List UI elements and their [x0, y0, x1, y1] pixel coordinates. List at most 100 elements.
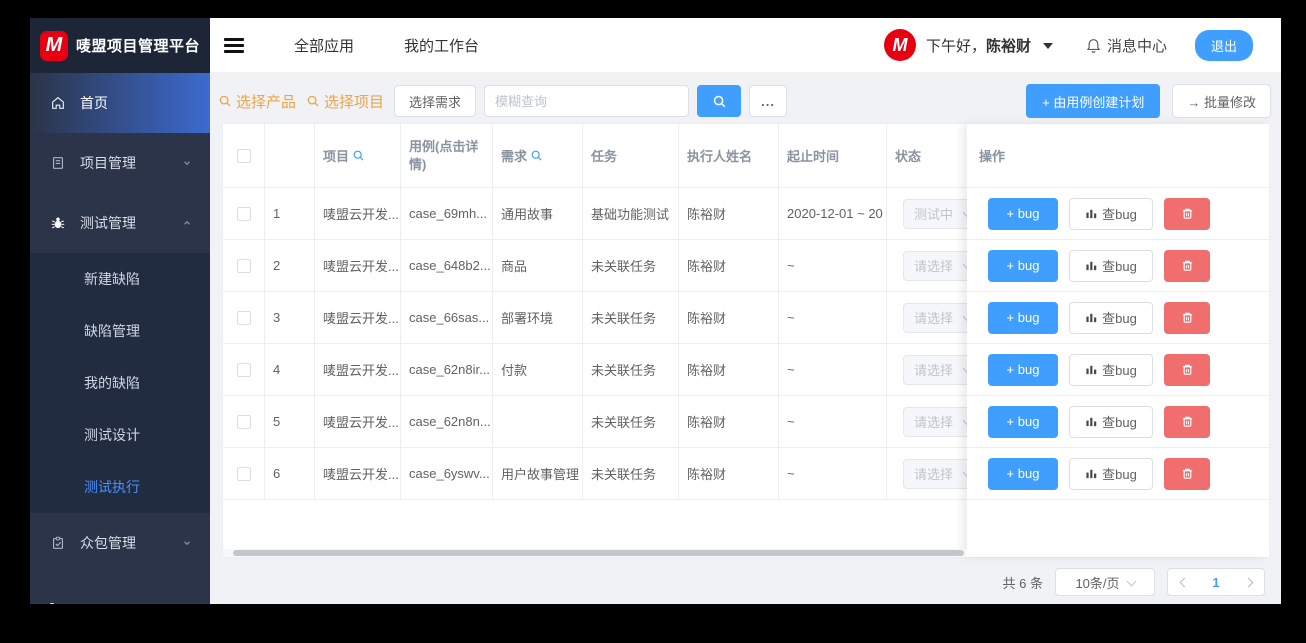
create-plan-from-case-button[interactable]: + 由用例创建计划 [1026, 84, 1161, 118]
sidebar-item-crowd-mgmt[interactable]: 众包管理 [30, 513, 210, 573]
select-project-link[interactable]: 选择项目 [306, 91, 384, 112]
page-size-select[interactable]: 10条/页 [1055, 568, 1155, 596]
sidebar-item-my-defects[interactable]: 我的缺陷 [30, 357, 210, 409]
row-checkbox[interactable] [236, 206, 251, 221]
view-bug-button[interactable]: 查bug [1069, 249, 1153, 282]
hamburger-menu-icon[interactable] [224, 35, 244, 56]
delete-button[interactable] [1164, 249, 1210, 282]
row-case-link[interactable]: case_69mh... [401, 188, 493, 239]
row-project: 唛盟云开发... [315, 292, 401, 343]
delete-button[interactable] [1164, 301, 1210, 334]
horizontal-scrollbar [223, 549, 967, 557]
add-bug-button[interactable]: + bug [988, 301, 1058, 334]
add-bug-button[interactable]: + bug [988, 249, 1058, 282]
app-title: 唛盟项目管理平台 [75, 38, 200, 55]
row-case-link[interactable]: case_6yswv... [401, 448, 493, 499]
user-avatar[interactable]: M [883, 29, 916, 61]
horizontal-scrollbar-thumb[interactable] [233, 550, 964, 556]
project-header-label: 项目 [323, 149, 350, 164]
bell-icon [1086, 38, 1101, 53]
row-requirement: 付款 [493, 344, 583, 395]
message-center-link[interactable]: 消息中心 [1085, 35, 1167, 56]
more-options-button[interactable]: ... [749, 85, 788, 117]
tab-all-apps[interactable]: 全部应用 [294, 35, 354, 56]
delete-button[interactable] [1164, 405, 1210, 438]
page-navigator: 1 [1167, 568, 1265, 596]
row-case-link[interactable]: case_62n8ir... [401, 344, 493, 395]
case-header: 用例(点击详情) [401, 124, 493, 187]
user-caret-icon[interactable] [1042, 43, 1053, 49]
username: 陈裕财 [985, 37, 1031, 55]
sidebar-item-partial[interactable] [30, 589, 210, 604]
delete-button[interactable] [1164, 353, 1210, 386]
row-case-link[interactable]: case_66sas... [401, 292, 493, 343]
test-execution-table: 项目 用例(点击详情) 需求 任务 执行人姓名 起止时间 状态 1 唛盟云开发.… [222, 123, 1269, 558]
sidebar-item-project-mgmt[interactable]: 项目管理 [30, 133, 210, 193]
batch-edit-button[interactable]: → 批量修改 [1172, 84, 1271, 118]
row-checkbox[interactable] [236, 414, 251, 429]
row-checkbox[interactable] [236, 466, 251, 481]
row-project: 唛盟云开发... [315, 396, 401, 447]
add-bug-button[interactable]: + bug [988, 197, 1058, 230]
sidebar-item-defect-mgmt[interactable]: 缺陷管理 [30, 305, 210, 357]
row-task: 基础功能测试 [583, 188, 679, 239]
status-value: 请选择 [914, 311, 954, 326]
sidebar-item-new-defect[interactable]: 新建缺陷 [30, 253, 210, 305]
view-bug-button[interactable]: 查bug [1069, 353, 1153, 386]
row-task: 未关联任务 [583, 292, 679, 343]
view-bug-button[interactable]: 查bug [1069, 405, 1153, 438]
select-requirement-button[interactable]: 选择需求 [394, 85, 477, 117]
search-icon [307, 95, 319, 107]
menu-icon [50, 603, 54, 604]
search-button[interactable] [697, 85, 742, 117]
row-index: 6 [265, 448, 315, 499]
status-value: 请选择 [914, 467, 954, 482]
next-page-button[interactable] [1232, 569, 1264, 595]
prev-page-button[interactable] [1168, 569, 1200, 595]
trash-icon [1182, 468, 1192, 479]
search-icon[interactable] [352, 149, 365, 162]
row-case-link[interactable]: case_62n8n... [401, 396, 493, 447]
row-executor: 陈裕财 [679, 448, 779, 499]
add-bug-button[interactable]: + bug [988, 405, 1058, 438]
row-checkbox[interactable] [236, 362, 251, 377]
row-requirement: 用户故事管理 [493, 448, 583, 499]
delete-button[interactable] [1164, 457, 1210, 490]
sidebar-item-label: 众包管理 [80, 535, 136, 551]
row-checkbox[interactable] [236, 258, 251, 273]
sidebar-item-test-design[interactable]: 测试设计 [30, 409, 210, 461]
view-bug-button[interactable]: 查bug [1069, 301, 1153, 334]
ops-row: + bug 查bug [967, 188, 1269, 240]
sidebar-item-test-mgmt[interactable]: 测试管理 [30, 193, 210, 253]
ops-row: + bug 查bug [967, 292, 1269, 344]
view-bug-label: 查bug [1102, 467, 1137, 482]
search-icon [713, 95, 725, 107]
sidebar-item-test-execution[interactable]: 测试执行 [30, 461, 210, 513]
view-bug-button[interactable]: 查bug [1069, 457, 1153, 490]
logout-button[interactable]: 退出 [1194, 29, 1253, 61]
select-product-link[interactable]: 选择产品 [218, 91, 296, 112]
sidebar-item-home[interactable]: 首页 [30, 73, 210, 133]
row-executor: 陈裕财 [679, 344, 779, 395]
view-bug-label: 查bug [1102, 207, 1137, 222]
add-bug-button[interactable]: + bug [988, 457, 1058, 490]
view-bug-button[interactable]: 查bug [1069, 197, 1153, 230]
main-content: 选择产品 选择项目 选择需求 ... + 由用例创建计划 → 批量修改 [210, 73, 1281, 604]
row-time: ~ [779, 448, 887, 499]
bar-chart-icon [1086, 417, 1097, 427]
current-page[interactable]: 1 [1200, 575, 1232, 590]
row-index: 4 [265, 344, 315, 395]
row-task: 未关联任务 [583, 240, 679, 291]
row-checkbox[interactable] [236, 310, 251, 325]
tab-my-workbench[interactable]: 我的工作台 [404, 35, 479, 56]
bug-icon [51, 217, 65, 229]
select-all-checkbox[interactable] [236, 148, 251, 163]
search-icon[interactable] [530, 149, 543, 162]
row-time: ~ [779, 240, 887, 291]
row-case-link[interactable]: case_648b2... [401, 240, 493, 291]
fuzzy-search-input[interactable] [484, 85, 690, 117]
row-index: 1 [265, 188, 315, 239]
add-bug-button[interactable]: + bug [988, 353, 1058, 386]
user-greeting[interactable]: 下午好，陈裕财 [926, 35, 1031, 56]
delete-button[interactable] [1164, 197, 1210, 230]
